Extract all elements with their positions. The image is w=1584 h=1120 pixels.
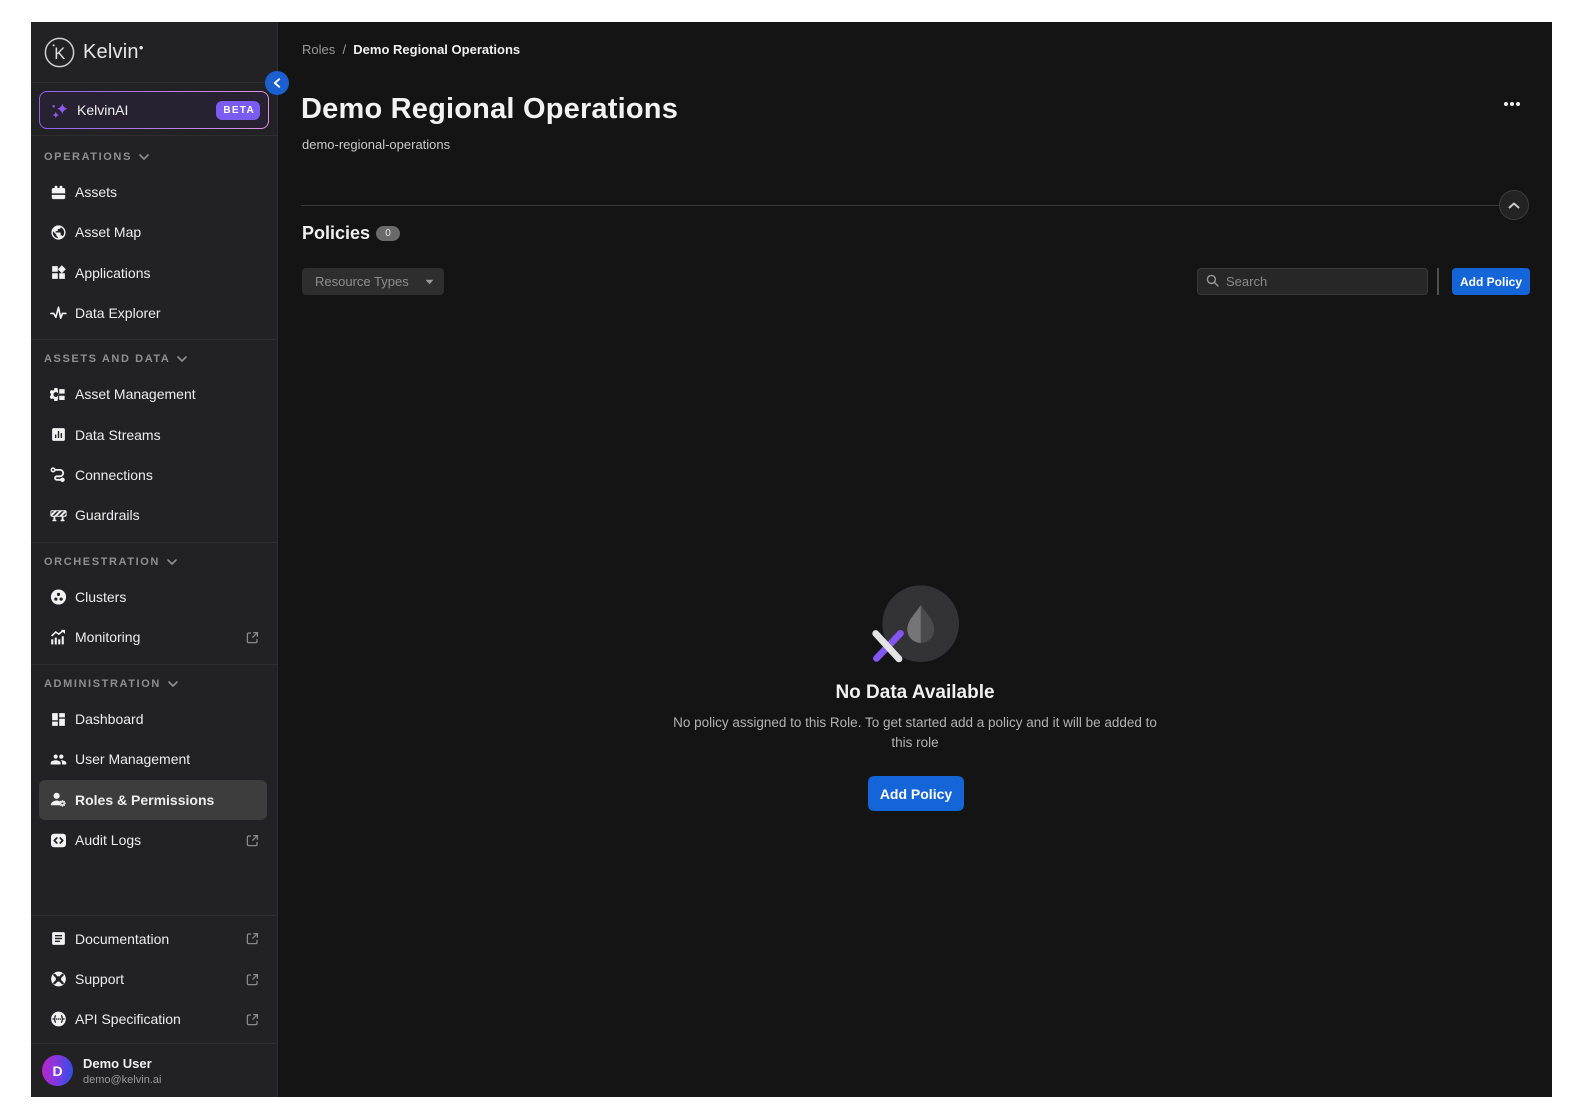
svg-text:K: K [54,44,65,62]
